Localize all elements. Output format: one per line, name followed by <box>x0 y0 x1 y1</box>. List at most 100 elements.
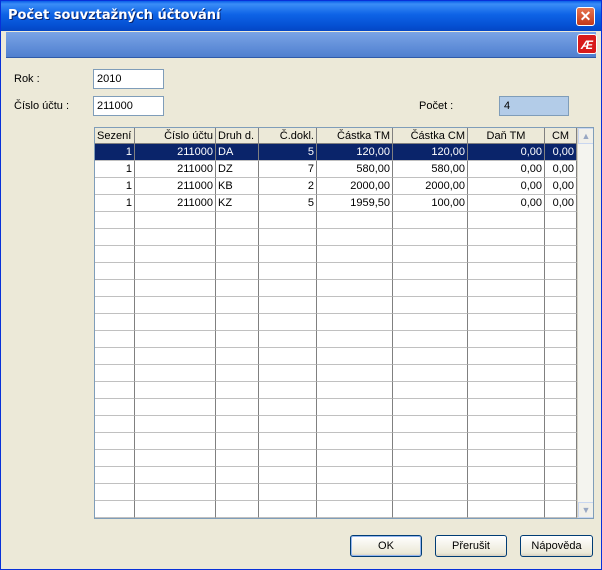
table-cell <box>259 229 317 246</box>
year-input[interactable]: 2010 <box>93 69 164 89</box>
table-cell <box>95 501 135 518</box>
table-cell <box>468 246 545 263</box>
empty-table-row[interactable] <box>95 501 577 518</box>
table-cell <box>95 263 135 280</box>
column-header[interactable]: Číslo účtu <box>135 128 216 144</box>
empty-table-row[interactable] <box>95 297 577 314</box>
table-cell: 0,00 <box>545 161 577 178</box>
table-cell <box>95 212 135 229</box>
empty-table-row[interactable] <box>95 229 577 246</box>
empty-table-row[interactable] <box>95 263 577 280</box>
column-header[interactable]: CM <box>545 128 577 144</box>
empty-table-row[interactable] <box>95 246 577 263</box>
table-cell <box>317 433 393 450</box>
scroll-down-icon[interactable]: ▼ <box>578 502 593 518</box>
empty-table-row[interactable] <box>95 416 577 433</box>
table-cell <box>135 331 216 348</box>
column-header[interactable]: Částka TM <box>317 128 393 144</box>
empty-table-row[interactable] <box>95 212 577 229</box>
table-cell: 0,00 <box>545 144 577 161</box>
table-cell <box>317 212 393 229</box>
table-cell <box>259 365 317 382</box>
table-cell <box>393 382 468 399</box>
table-cell <box>468 212 545 229</box>
table-cell: 100,00 <box>393 195 468 212</box>
table-cell <box>393 365 468 382</box>
title-bar[interactable]: Počet souvztažných účtování ✕ <box>1 1 601 31</box>
table-header: Sezení Číslo účtu Druh d. Č.dokl. Částka TM Č… <box>95 128 577 144</box>
vertical-scrollbar[interactable]: ▲ ▼ <box>577 128 593 518</box>
table-cell <box>216 314 259 331</box>
cancel-button[interactable]: Přerušit <box>435 535 507 557</box>
scroll-up-icon[interactable]: ▲ <box>578 128 593 144</box>
table-cell: 0,00 <box>545 178 577 195</box>
column-header[interactable]: Daň TM <box>468 128 545 144</box>
table-cell <box>468 467 545 484</box>
empty-table-row[interactable] <box>95 314 577 331</box>
empty-table-row[interactable] <box>95 382 577 399</box>
table-cell <box>216 433 259 450</box>
table-cell: 0,00 <box>468 195 545 212</box>
table-cell <box>393 263 468 280</box>
table-cell <box>317 399 393 416</box>
empty-table-row[interactable] <box>95 484 577 501</box>
empty-table-row[interactable] <box>95 467 577 484</box>
table-row[interactable]: 1 211000 KZ 5 1959,50 100,00 0,00 0,00 <box>95 195 577 212</box>
table-row[interactable]: 1 211000 DZ 7 580,00 580,00 0,00 0,00 <box>95 161 577 178</box>
app-logo-icon: Æ <box>577 34 597 54</box>
column-header[interactable]: Sezení <box>95 128 135 144</box>
table-row[interactable]: 1 211000 DA 5 120,00 120,00 0,00 0,00 <box>95 144 577 161</box>
table-cell: 1 <box>95 178 135 195</box>
table-cell <box>545 399 577 416</box>
table-cell <box>95 382 135 399</box>
table-cell <box>95 314 135 331</box>
table-cell: 7 <box>259 161 317 178</box>
empty-table-row[interactable] <box>95 399 577 416</box>
column-header[interactable]: Druh d. <box>216 128 259 144</box>
help-button[interactable]: Nápověda <box>520 535 593 557</box>
table-cell <box>259 348 317 365</box>
table-cell: 211000 <box>135 195 216 212</box>
table-cell: KZ <box>216 195 259 212</box>
table-cell <box>135 450 216 467</box>
table-cell <box>468 365 545 382</box>
table-cell <box>393 212 468 229</box>
empty-table-row[interactable] <box>95 433 577 450</box>
account-input[interactable]: 211000 <box>93 96 164 116</box>
table-cell: 580,00 <box>317 161 393 178</box>
column-header[interactable]: Č.dokl. <box>259 128 317 144</box>
table-cell <box>545 467 577 484</box>
close-button[interactable]: ✕ <box>576 7 595 26</box>
table-cell <box>468 382 545 399</box>
table-cell <box>95 416 135 433</box>
table-cell: 1 <box>95 161 135 178</box>
ok-button[interactable]: OK <box>350 535 422 557</box>
table-row[interactable]: 1 211000 KB 2 2000,00 2000,00 0,00 0,00 <box>95 178 577 195</box>
column-header[interactable]: Částka CM <box>393 128 468 144</box>
table-cell: 1 <box>95 144 135 161</box>
table-cell <box>393 280 468 297</box>
table-cell <box>545 382 577 399</box>
empty-table-row[interactable] <box>95 365 577 382</box>
table-cell <box>95 365 135 382</box>
table-cell <box>135 263 216 280</box>
empty-table-row[interactable] <box>95 280 577 297</box>
table-cell <box>545 501 577 518</box>
table-cell <box>216 484 259 501</box>
empty-table-row[interactable] <box>95 450 577 467</box>
empty-table-row[interactable] <box>95 331 577 348</box>
table-cell: 211000 <box>135 144 216 161</box>
table-cell <box>468 229 545 246</box>
records-table[interactable]: Sezení Číslo účtu Druh d. Č.dokl. Částka TM Č… <box>94 127 594 519</box>
toolbar: Æ <box>6 32 597 58</box>
table-cell <box>545 263 577 280</box>
table-cell <box>135 433 216 450</box>
table-cell <box>259 263 317 280</box>
table-cell <box>468 297 545 314</box>
table-cell <box>545 212 577 229</box>
empty-table-row[interactable] <box>95 348 577 365</box>
table-cell <box>545 229 577 246</box>
table-cell <box>259 416 317 433</box>
table-cell <box>545 297 577 314</box>
table-cell <box>393 229 468 246</box>
